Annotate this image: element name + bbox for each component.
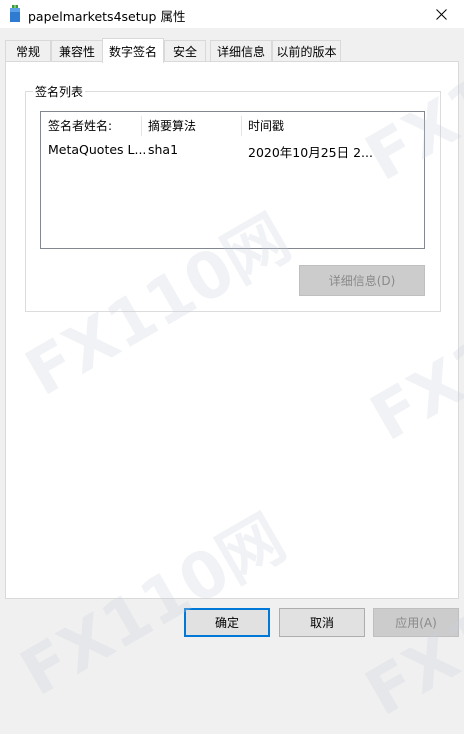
tab-digital-signatures[interactable]: 数字签名 xyxy=(102,38,164,63)
cancel-button[interactable]: 取消 xyxy=(279,608,365,637)
signature-list-group: 签名列表 签名者姓名: 摘要算法 时间戳 MetaQuotes L... sha… xyxy=(25,83,441,312)
signature-list-label: 签名列表 xyxy=(33,83,86,100)
ok-button-label: 确定 xyxy=(214,616,239,630)
cell-signer-name: MetaQuotes L... xyxy=(48,142,147,157)
title-bar: papelmarkets4setup 属性 xyxy=(0,0,464,28)
tab-details[interactable]: 详细信息 xyxy=(210,40,272,61)
details-button[interactable]: 详细信息(D) xyxy=(299,265,425,296)
installer-app-icon xyxy=(10,5,20,22)
ok-button[interactable]: 确定 xyxy=(184,608,270,637)
signature-list[interactable]: 签名者姓名: 摘要算法 时间戳 MetaQuotes L... sha1 202… xyxy=(40,111,425,249)
column-header-timestamp[interactable]: 时间戳 xyxy=(248,117,284,135)
tab-previous-versions[interactable]: 以前的版本 xyxy=(272,40,341,61)
tab-digital-signatures-label: 数字签名 xyxy=(108,44,157,59)
apply-button-label: 应用(A) xyxy=(395,616,437,630)
cell-digest-algorithm: sha1 xyxy=(148,142,179,157)
cancel-button-label: 取消 xyxy=(309,616,334,630)
tab-compatibility[interactable]: 兼容性 xyxy=(51,40,103,61)
window-title: papelmarkets4setup 属性 xyxy=(28,9,186,24)
tab-details-label: 详细信息 xyxy=(216,44,265,59)
column-header-signer-name[interactable]: 签名者姓名: xyxy=(48,117,112,135)
tab-security-label: 安全 xyxy=(172,44,197,59)
tab-previous-versions-label: 以前的版本 xyxy=(276,44,337,59)
cell-timestamp: 2020年10月25日 2... xyxy=(248,145,373,160)
close-icon xyxy=(435,8,447,20)
tab-panel-digital-signatures: 签名列表 签名者姓名: 摘要算法 时间戳 MetaQuotes L... sha… xyxy=(5,61,459,599)
close-button[interactable] xyxy=(418,0,464,28)
column-separator[interactable] xyxy=(141,116,142,136)
apply-button[interactable]: 应用(A) xyxy=(373,608,459,637)
tab-compatibility-label: 兼容性 xyxy=(58,44,95,59)
details-button-label: 详细信息(D) xyxy=(328,274,396,288)
tab-general[interactable]: 常规 xyxy=(5,40,51,61)
tab-security[interactable]: 安全 xyxy=(164,40,206,61)
tab-general-label: 常规 xyxy=(15,44,40,59)
column-header-digest-algorithm[interactable]: 摘要算法 xyxy=(148,117,196,135)
column-separator[interactable] xyxy=(241,116,242,136)
